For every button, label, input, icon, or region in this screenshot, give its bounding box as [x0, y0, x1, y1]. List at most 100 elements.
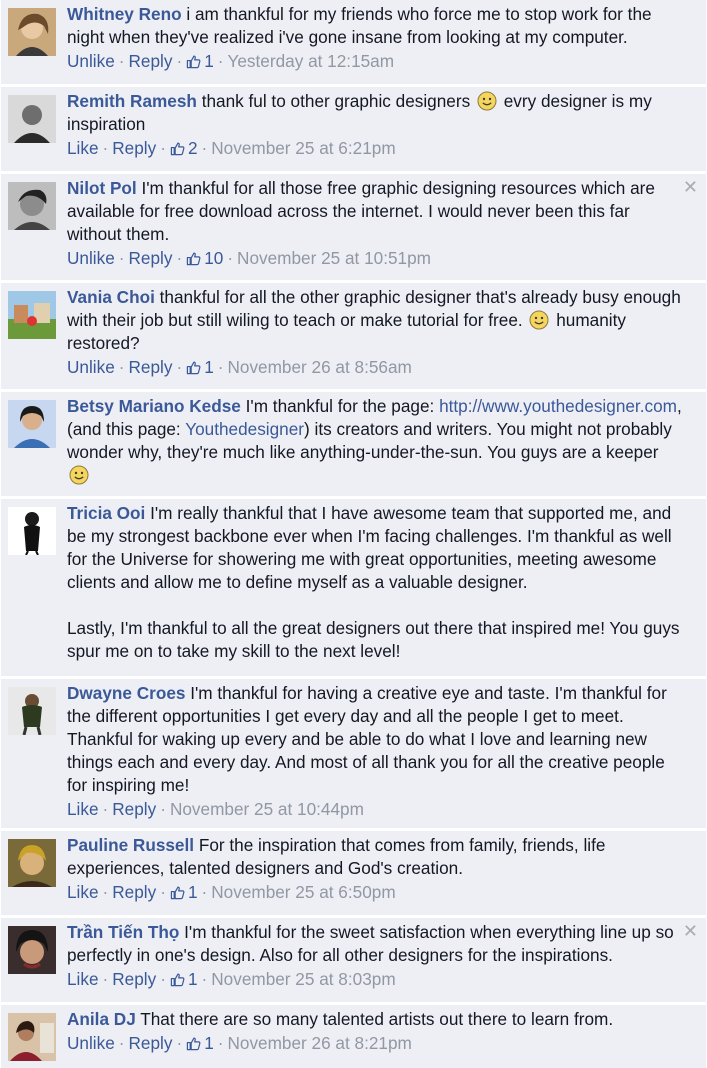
comment-author[interactable]: Tricia Ooi: [67, 503, 145, 523]
separator: ·: [118, 357, 125, 377]
separator: ·: [176, 357, 183, 377]
comment-text: I'm really thankful that I have awesome …: [67, 503, 677, 592]
separator: ·: [201, 969, 208, 989]
comment-body: Vania Choi thankful for all the other gr…: [67, 286, 682, 379]
close-icon[interactable]: ✕: [683, 922, 698, 940]
timestamp[interactable]: November 25 at 10:51pm: [237, 248, 431, 268]
comment-author[interactable]: Whitney Reno: [67, 4, 182, 24]
comment-body: Whitney Reno i am thankful for my friend…: [67, 3, 682, 73]
comment-body: Remith Ramesh thank ful to other graphic…: [67, 90, 682, 160]
avatar[interactable]: [8, 291, 56, 339]
comment-item: Anila DJ That there are so many talented…: [1, 1005, 706, 1068]
avatar[interactable]: [8, 1013, 56, 1061]
comment-author[interactable]: Remith Ramesh: [67, 91, 197, 111]
timestamp[interactable]: November 26 at 8:56am: [227, 357, 411, 377]
like-button[interactable]: Unlike: [67, 51, 115, 71]
comment-actions: Like · Reply · 2 · November 25 at 6:21pm: [67, 137, 682, 160]
close-icon[interactable]: ✕: [683, 178, 698, 196]
comment-text: I'm thankful for all those free graphic …: [67, 178, 660, 244]
reply-button[interactable]: Reply: [129, 1033, 173, 1053]
avatar[interactable]: [8, 182, 56, 230]
comment-author[interactable]: Betsy Mariano Kedse: [67, 396, 241, 416]
like-button[interactable]: Like: [67, 969, 99, 989]
reply-button[interactable]: Reply: [129, 248, 173, 268]
comment-body: Pauline Russell For the inspiration that…: [67, 834, 682, 904]
separator: ·: [118, 1033, 125, 1053]
avatar[interactable]: [8, 507, 56, 555]
comment-body: Nilot Pol I'm thankful for all those fre…: [67, 177, 682, 270]
timestamp[interactable]: November 25 at 8:03pm: [211, 969, 395, 989]
timestamp[interactable]: November 25 at 6:21pm: [211, 138, 395, 158]
thumbs-up-icon: [186, 54, 201, 69]
comment-author[interactable]: Pauline Russell: [67, 835, 194, 855]
reply-button[interactable]: Reply: [112, 882, 156, 902]
like-button[interactable]: Like: [67, 138, 99, 158]
thumbs-up-icon: [170, 141, 185, 156]
timestamp[interactable]: November 25 at 6:50pm: [211, 882, 395, 902]
like-button[interactable]: Unlike: [67, 357, 115, 377]
thumbs-up-icon: [186, 1036, 201, 1051]
reply-button[interactable]: Reply: [129, 51, 173, 71]
thumbs-up-icon: [170, 885, 185, 900]
reply-button[interactable]: Reply: [112, 799, 156, 819]
comment-author[interactable]: Trần Tiến Thọ: [67, 922, 179, 942]
comment-item: Dwayne Croes I'm thankful for having a c…: [1, 679, 706, 828]
avatar[interactable]: [8, 926, 56, 974]
comment-author[interactable]: Dwayne Croes: [67, 683, 185, 703]
comment-item: Remith Ramesh thank ful to other graphic…: [1, 87, 706, 171]
separator: ·: [102, 799, 109, 819]
comment-text: Lastly, I'm thankful to all the great de…: [67, 618, 685, 661]
comment-body: Trần Tiến Thọ I'm thankful for the sweet…: [67, 921, 682, 991]
comment-item: Nilot Pol I'm thankful for all those fre…: [1, 174, 706, 280]
like-count[interactable]: 10: [186, 248, 223, 268]
timestamp[interactable]: Yesterday at 12:15am: [227, 51, 394, 71]
avatar[interactable]: [8, 400, 56, 448]
avatar[interactable]: [8, 839, 56, 887]
reply-button[interactable]: Reply: [112, 138, 156, 158]
comment-author[interactable]: Anila DJ: [67, 1009, 136, 1029]
timestamp[interactable]: November 26 at 8:21pm: [227, 1033, 411, 1053]
thumbs-up-icon: [186, 251, 201, 266]
page-link[interactable]: Youthedesigner: [185, 419, 304, 439]
like-count[interactable]: 1: [186, 51, 214, 71]
like-button[interactable]: Unlike: [67, 1033, 115, 1053]
like-button[interactable]: Like: [67, 799, 99, 819]
like-count[interactable]: 1: [170, 882, 198, 902]
timestamp[interactable]: November 25 at 10:44pm: [170, 799, 364, 819]
like-button[interactable]: Like: [67, 882, 99, 902]
comment-actions: Like · Reply · 1 · November 25 at 8:03pm: [67, 968, 682, 991]
like-count[interactable]: 1: [186, 357, 214, 377]
comment-text: thank ful to other graphic designers: [201, 91, 471, 111]
separator: ·: [118, 51, 125, 71]
like-count[interactable]: 1: [186, 1033, 214, 1053]
avatar[interactable]: [8, 95, 56, 143]
reply-button[interactable]: Reply: [112, 969, 156, 989]
url-link[interactable]: http://www.youthedesigner.com: [439, 396, 677, 416]
avatar[interactable]: [8, 687, 56, 735]
comment-item: Pauline Russell For the inspiration that…: [1, 831, 706, 915]
separator: ·: [102, 138, 109, 158]
smiley-emoticon-icon: [477, 91, 497, 111]
separator: ·: [217, 357, 224, 377]
comment-actions: Unlike · Reply · 1 · November 26 at 8:56am: [67, 356, 682, 379]
comment-author[interactable]: Nilot Pol: [67, 178, 137, 198]
like-button[interactable]: Unlike: [67, 248, 115, 268]
comment-author[interactable]: Vania Choi: [67, 287, 155, 307]
like-count[interactable]: 2: [170, 138, 198, 158]
like-count[interactable]: 1: [170, 969, 198, 989]
thumbs-up-icon: [186, 360, 201, 375]
separator: ·: [160, 138, 166, 158]
reply-button[interactable]: Reply: [129, 357, 173, 377]
separator: ·: [201, 138, 208, 158]
comment-actions: Unlike · Reply · 1 · November 26 at 8:21pm: [67, 1032, 682, 1055]
separator: ·: [217, 1033, 224, 1053]
separator: ·: [160, 799, 166, 819]
separator: ·: [102, 969, 109, 989]
smiley-emoticon-icon: [529, 310, 549, 330]
avatar[interactable]: [8, 8, 56, 56]
comment-body: Betsy Mariano Kedse I'm thankful for the…: [67, 395, 682, 487]
separator: ·: [201, 882, 208, 902]
comment-actions: Unlike · Reply · 10 · November 25 at 10:51pm: [67, 247, 682, 270]
comment-body: Dwayne Croes I'm thankful for having a c…: [67, 682, 682, 821]
separator: ·: [176, 51, 183, 71]
